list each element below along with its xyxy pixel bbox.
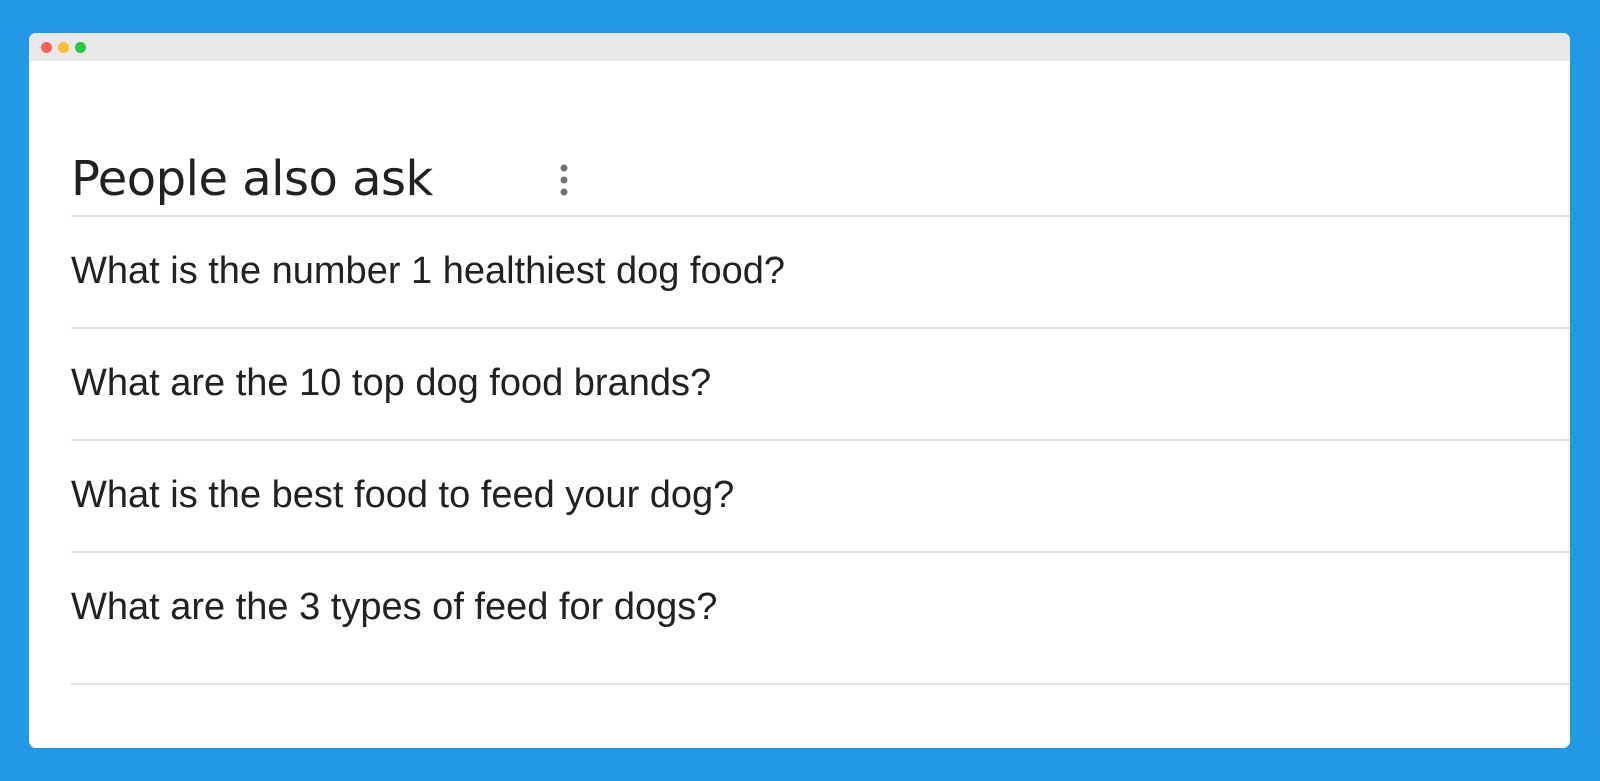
paa-title: People also ask xyxy=(71,151,433,207)
more-options-button[interactable] xyxy=(547,162,581,202)
question-item[interactable]: What is the best food to feed your dog? xyxy=(71,441,1570,551)
question-text: What are the 3 types of feed for dogs? xyxy=(71,586,718,628)
browser-window: People also ask What is the number 1 hea… xyxy=(29,33,1570,748)
question-item[interactable]: What are the 10 top dog food brands? xyxy=(71,329,1570,439)
minimize-window-button[interactable] xyxy=(58,42,69,53)
paa-header: People also ask xyxy=(71,61,1570,217)
close-window-button[interactable] xyxy=(41,42,52,53)
question-text: What is the number 1 healthiest dog food… xyxy=(71,250,786,292)
question-item[interactable]: What is the number 1 healthiest dog food… xyxy=(71,217,1570,327)
zoom-window-button[interactable] xyxy=(75,42,86,53)
divider xyxy=(71,683,1570,685)
window-titlebar xyxy=(29,33,1570,61)
question-item[interactable]: What are the 3 types of feed for dogs? xyxy=(71,553,1570,663)
question-text: What is the best food to feed your dog? xyxy=(71,474,735,516)
question-text: What are the 10 top dog food brands? xyxy=(71,362,712,404)
people-also-ask-panel: People also ask What is the number 1 hea… xyxy=(71,61,1570,748)
more-vert-icon xyxy=(560,164,568,196)
